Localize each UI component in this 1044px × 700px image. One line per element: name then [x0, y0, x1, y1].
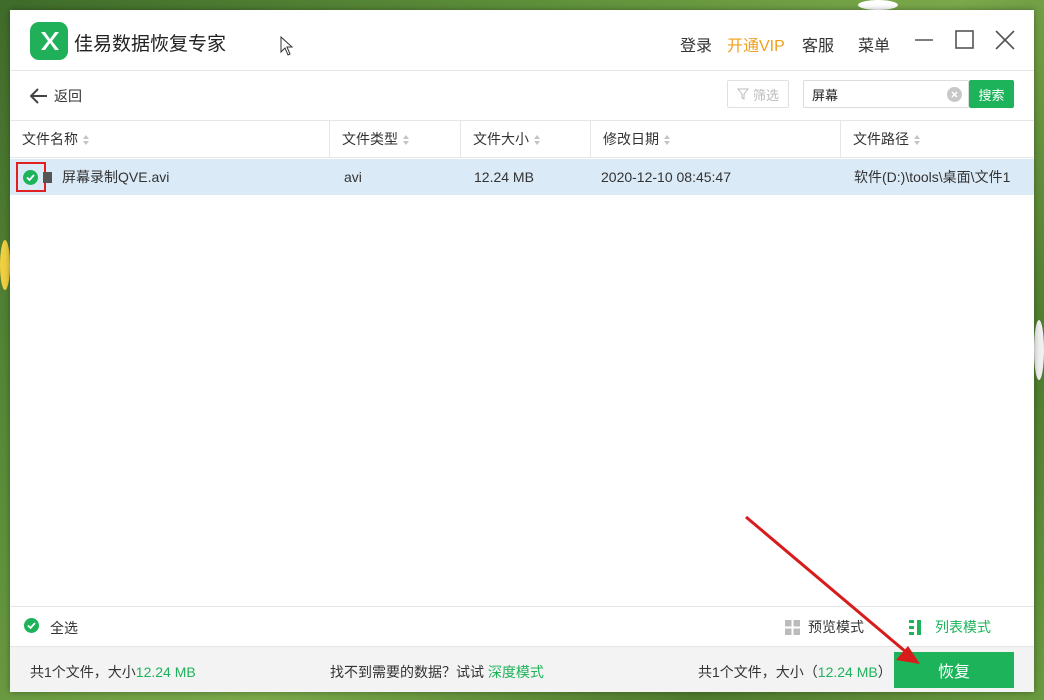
- cell-file-name: 屏幕录制QVE.avi: [62, 169, 170, 185]
- preview-mode-button[interactable]: 预览模式: [785, 617, 864, 637]
- check-icon: [26, 174, 35, 182]
- back-label: 返回: [54, 88, 82, 104]
- clear-icon: [951, 91, 958, 98]
- list-mode-label: 列表模式: [935, 619, 991, 635]
- selected-files-text: 共1个文件，大小（12.24 MB）: [698, 664, 892, 680]
- selection-bar: 全选 预览模式 列表模式: [10, 606, 1034, 644]
- sort-icon: [83, 135, 89, 146]
- service-link[interactable]: 客服: [802, 32, 834, 56]
- wallpaper-flower: [1034, 320, 1044, 380]
- minimize-icon: [915, 39, 933, 41]
- deep-scan-hint: 找不到需要的数据？试试 深度模式: [330, 664, 544, 680]
- cell-file-type: avi: [344, 169, 362, 185]
- title-bar: 佳易数据恢复专家 登录 开通VIP 客服 菜单: [10, 10, 1034, 71]
- app-logo: [30, 22, 68, 60]
- app-title: 佳易数据恢复专家: [74, 34, 227, 55]
- filter-label: 筛选: [752, 87, 779, 103]
- wallpaper-flower: [0, 240, 10, 290]
- toolbar: 返回 筛选 搜索: [10, 72, 1034, 122]
- table-header: 文件名称 文件类型 文件大小 修改日期 文件路径: [10, 120, 1034, 158]
- total-files-text: 共1个文件，大小12.24 MB: [30, 664, 196, 680]
- list-icon: [909, 619, 921, 635]
- selected-size: 12.24 MB: [817, 664, 878, 680]
- vip-link[interactable]: 开通VIP: [727, 32, 785, 56]
- minimize-button[interactable]: [912, 28, 936, 52]
- deep-mode-link[interactable]: 深度模式: [488, 664, 544, 680]
- column-header-name[interactable]: 文件名称: [10, 121, 330, 157]
- select-all-label: 全选: [50, 620, 78, 636]
- table-row[interactable]: 屏幕录制QVE.avi avi 12.24 MB 2020-12-10 08:4…: [10, 159, 1034, 195]
- close-icon: [995, 30, 1015, 50]
- menu-link[interactable]: 菜单: [858, 32, 890, 56]
- column-header-type[interactable]: 文件类型: [330, 121, 461, 157]
- sort-icon: [664, 135, 670, 146]
- search-input[interactable]: [804, 81, 934, 107]
- status-bar: 共1个文件，大小12.24 MB 找不到需要的数据？试试 深度模式 共1个文件，…: [10, 646, 1034, 692]
- preview-mode-label: 预览模式: [808, 619, 864, 635]
- wallpaper-flower: [858, 0, 898, 10]
- row-checkbox[interactable]: [23, 170, 38, 185]
- file-icon: [43, 172, 52, 183]
- select-all-checkbox[interactable]: [24, 618, 39, 633]
- mouse-cursor-icon: [280, 36, 294, 56]
- total-size: 12.24 MB: [135, 664, 196, 680]
- maximize-button[interactable]: [953, 28, 977, 52]
- cell-file-path: 软件(D:)\tools\桌面\文件1: [854, 169, 1011, 185]
- sort-icon: [914, 135, 920, 146]
- column-header-date[interactable]: 修改日期: [591, 121, 841, 157]
- cell-file-size: 12.24 MB: [474, 169, 534, 185]
- grid-icon: [785, 619, 800, 635]
- recover-button[interactable]: 恢复: [894, 652, 1014, 688]
- arrow-left-icon: [30, 88, 47, 104]
- sort-icon: [403, 135, 409, 146]
- filter-button[interactable]: 筛选: [727, 80, 789, 108]
- sort-icon: [534, 135, 540, 146]
- search-box: [803, 80, 969, 108]
- column-header-size[interactable]: 文件大小: [461, 121, 591, 157]
- cell-modified-date: 2020-12-10 08:45:47: [601, 169, 731, 185]
- app-window: 佳易数据恢复专家 登录 开通VIP 客服 菜单 返回 筛选 屏幕 搜索 文件名称…: [10, 10, 1034, 692]
- close-button[interactable]: [993, 28, 1017, 52]
- funnel-icon: [736, 88, 749, 100]
- check-icon: [27, 622, 36, 630]
- back-button[interactable]: 返回: [30, 86, 82, 106]
- maximize-icon: [955, 30, 974, 49]
- column-header-path[interactable]: 文件路径: [841, 121, 1034, 157]
- login-link[interactable]: 登录: [680, 32, 712, 56]
- search-button[interactable]: 搜索: [969, 80, 1014, 108]
- list-mode-button[interactable]: 列表模式: [909, 617, 991, 637]
- clear-search-button[interactable]: [947, 87, 962, 102]
